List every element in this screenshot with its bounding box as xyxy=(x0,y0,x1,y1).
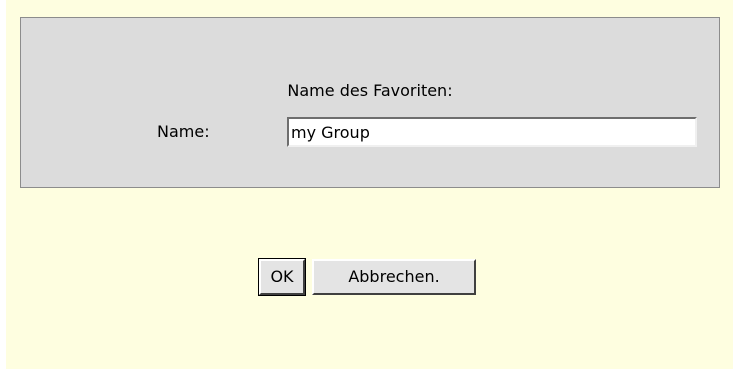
name-label: Name: xyxy=(157,122,210,141)
name-input[interactable] xyxy=(287,117,697,147)
cancel-button[interactable]: Abbrechen. xyxy=(312,259,476,295)
dialog-heading: Name des Favoriten: xyxy=(287,81,453,100)
favorite-name-panel: Name des Favoriten: Name: xyxy=(20,17,720,188)
favorite-name-dialog: Name des Favoriten: Name: OK Abbrechen. xyxy=(6,0,733,369)
ok-button[interactable]: OK xyxy=(258,258,306,296)
